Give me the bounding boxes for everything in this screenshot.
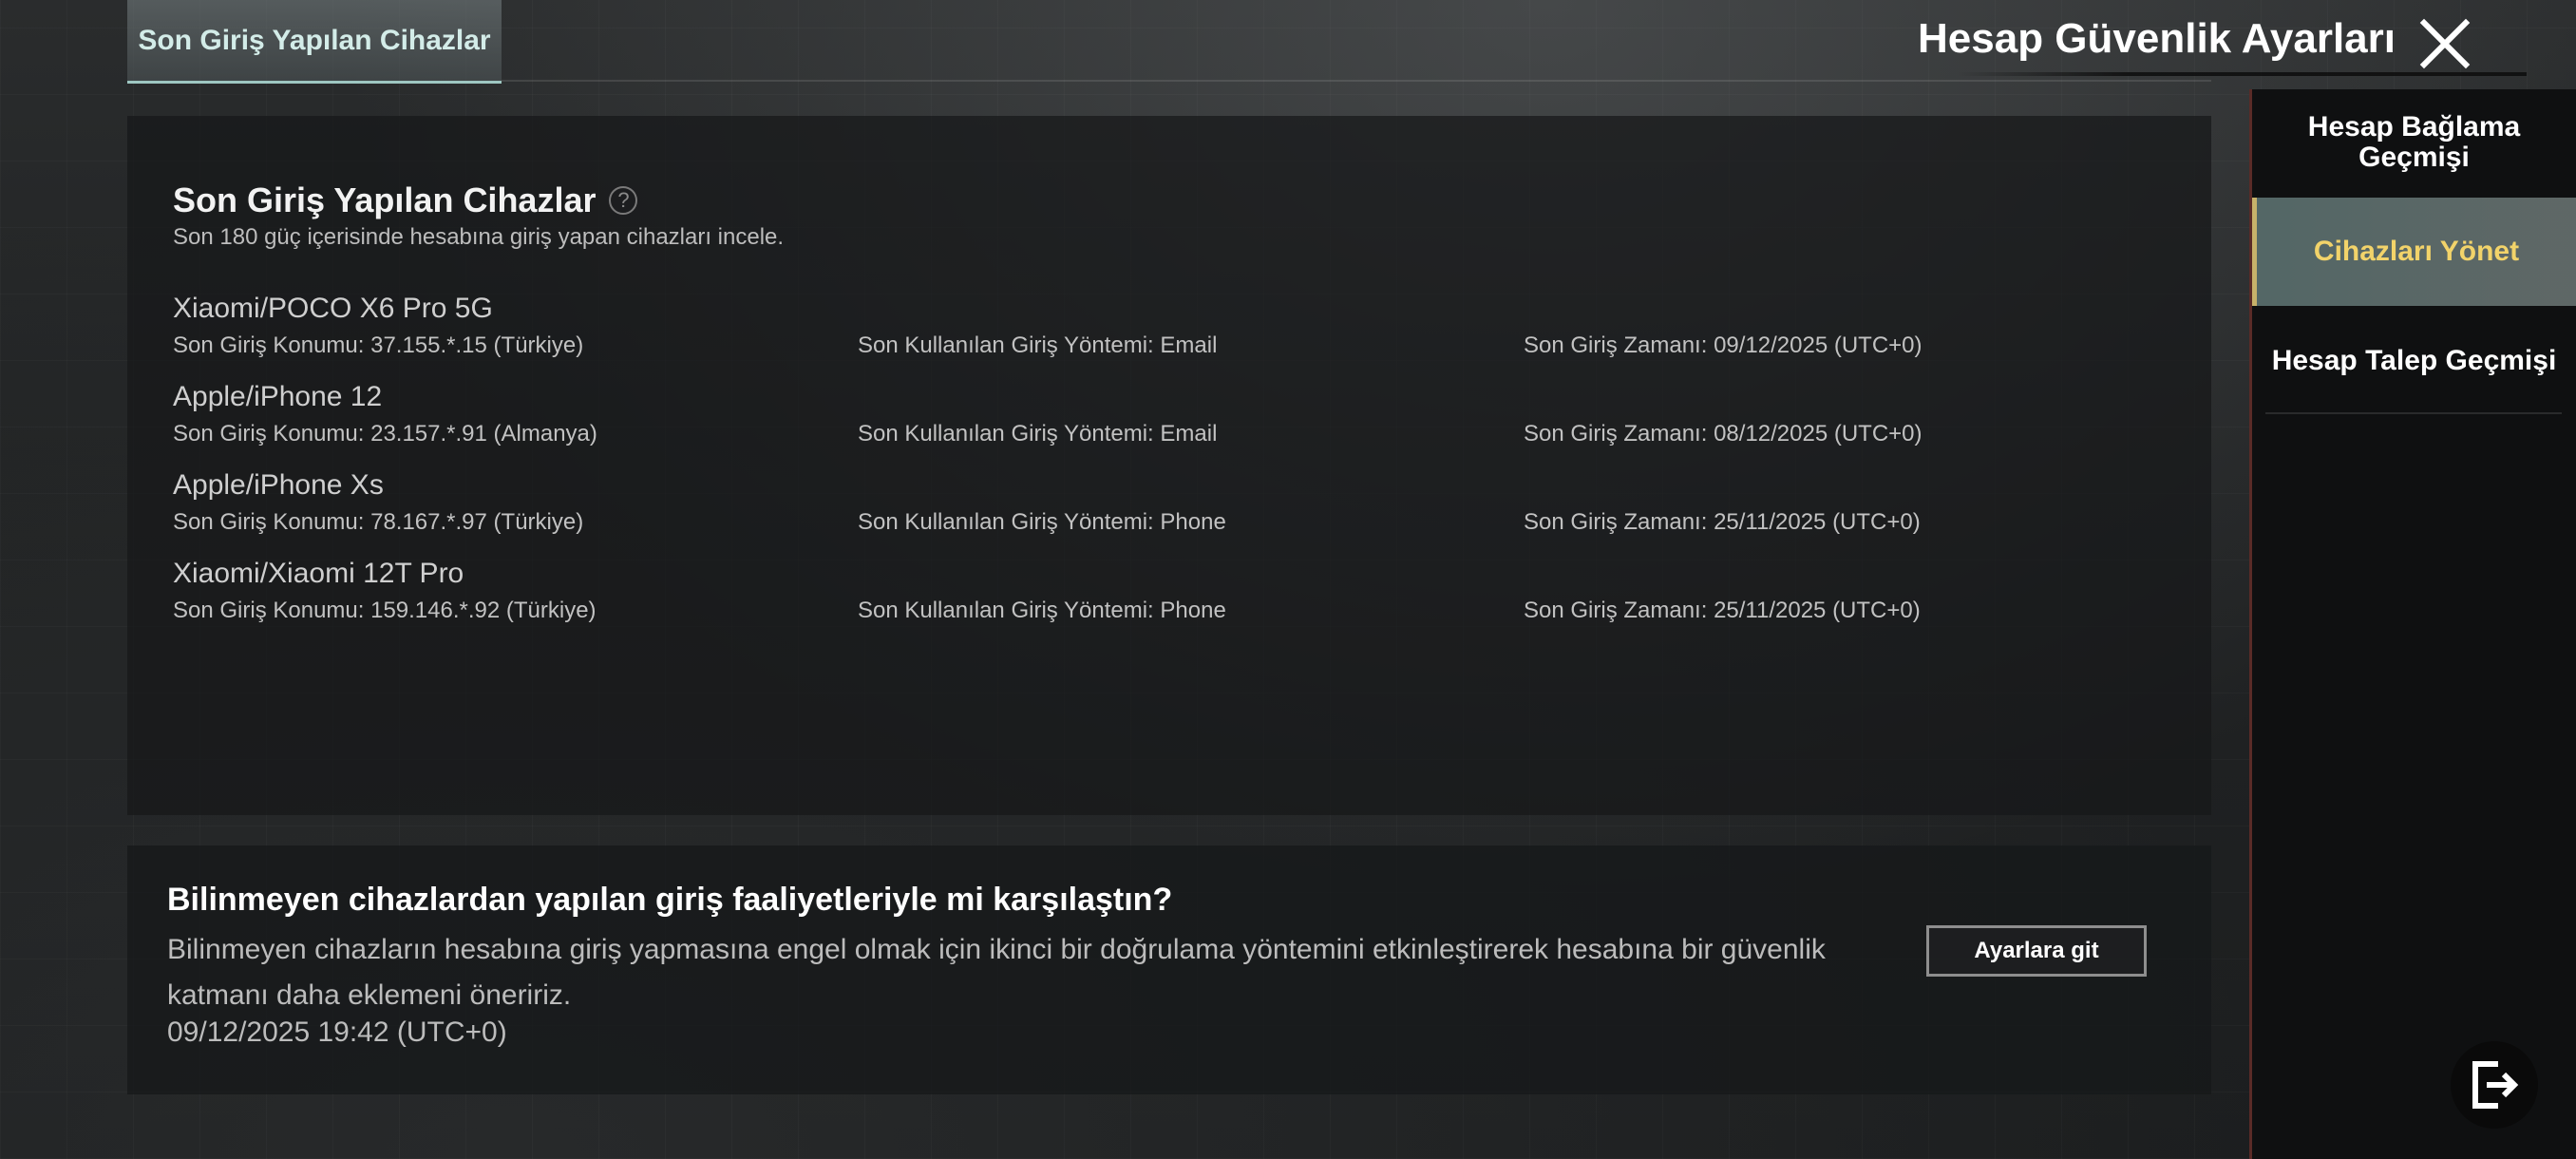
sidebar-item-manage-devices[interactable]: Cihazları Yönet <box>2252 198 2576 306</box>
device-name: Xiaomi/POCO X6 Pro 5G <box>173 293 493 324</box>
notice-timestamp: 09/12/2025 19:42 (UTC+0) <box>167 1016 507 1048</box>
device-row: Xiaomi/Xiaomi 12T Pro Son Giriş Konumu: … <box>173 558 2168 637</box>
device-row: Apple/iPhone 12 Son Giriş Konumu: 23.157… <box>173 381 2168 461</box>
close-button[interactable] <box>2418 17 2472 70</box>
sidebar-item-account-binding-history[interactable]: Hesap Bağlama Geçmişi <box>2252 89 2576 196</box>
device-location: Son Giriş Konumu: 37.155.*.15 (Türkiye) <box>173 332 584 358</box>
device-name: Apple/iPhone 12 <box>173 381 383 412</box>
device-name: Apple/iPhone Xs <box>173 469 384 501</box>
logout-icon <box>2472 1061 2519 1109</box>
device-login-time: Son Giriş Zamanı: 08/12/2025 (UTC+0) <box>1524 421 1923 446</box>
device-login-time: Son Giriş Zamanı: 25/11/2025 (UTC+0) <box>1524 509 1921 535</box>
page-title: Hesap Güvenlik Ayarları <box>1918 15 2396 62</box>
section-title: Son Giriş Yapılan Cihazlar <box>173 180 597 219</box>
device-login-time: Son Giriş Zamanı: 09/12/2025 (UTC+0) <box>1524 332 1923 358</box>
tab-underline-divider <box>502 80 2211 82</box>
device-location: Son Giriş Konumu: 23.157.*.91 (Almanya) <box>173 421 597 446</box>
recent-devices-panel: Son Giriş Yapılan Cihazlar ? Son 180 güç… <box>127 116 2211 815</box>
tab-recent-devices[interactable]: Son Giriş Yapılan Cihazlar <box>127 0 502 84</box>
header-divider <box>1957 72 2527 76</box>
device-location: Son Giriş Konumu: 159.146.*.92 (Türkiye) <box>173 598 597 623</box>
section-subtitle: Son 180 güç içerisinde hesabına giriş ya… <box>173 224 785 250</box>
device-row: Apple/iPhone Xs Son Giriş Konumu: 78.167… <box>173 469 2168 549</box>
help-icon[interactable]: ? <box>609 186 638 215</box>
sidebar: Hesap Bağlama Geçmişi Cihazları Yönet He… <box>2249 89 2576 1159</box>
device-row: Xiaomi/POCO X6 Pro 5G Son Giriş Konumu: … <box>173 293 2168 372</box>
device-login-method: Son Kullanılan Giriş Yöntemi: Phone <box>858 509 1226 535</box>
device-login-time: Son Giriş Zamanı: 25/11/2025 (UTC+0) <box>1524 598 1921 623</box>
device-name: Xiaomi/Xiaomi 12T Pro <box>173 558 464 589</box>
device-login-method: Son Kullanılan Giriş Yöntemi: Email <box>858 421 1218 446</box>
account-security-screen: Son Giriş Yapılan Cihazlar Hesap Güvenli… <box>0 0 2576 1159</box>
sidebar-item-label: Hesap Bağlama Geçmişi <box>2307 111 2521 173</box>
sidebar-item-label: Cihazları Yönet <box>2313 236 2520 267</box>
device-location: Son Giriş Konumu: 78.167.*.97 (Türkiye) <box>173 509 584 535</box>
section-header: Son Giriş Yapılan Cihazlar ? <box>173 180 638 220</box>
go-to-settings-button[interactable]: Ayarlara git <box>1926 925 2147 977</box>
sidebar-item-account-request-history[interactable]: Hesap Talep Geçmişi <box>2252 308 2576 414</box>
sidebar-item-label: Hesap Talep Geçmişi <box>2271 345 2557 376</box>
sidebar-divider <box>2265 412 2562 414</box>
close-icon <box>2419 18 2471 69</box>
device-login-method: Son Kullanılan Giriş Yöntemi: Email <box>858 332 1218 358</box>
unknown-device-notice: Bilinmeyen cihazlardan yapılan giriş faa… <box>127 846 2211 1094</box>
tab-recent-devices-label: Son Giriş Yapılan Cihazlar <box>138 24 491 56</box>
notice-body: Bilinmeyen cihazların hesabına giriş yap… <box>167 934 1826 1011</box>
notice-title: Bilinmeyen cihazlardan yapılan giriş faa… <box>167 882 1173 918</box>
device-login-method: Son Kullanılan Giriş Yöntemi: Phone <box>858 598 1226 623</box>
logout-button[interactable] <box>2451 1041 2538 1129</box>
